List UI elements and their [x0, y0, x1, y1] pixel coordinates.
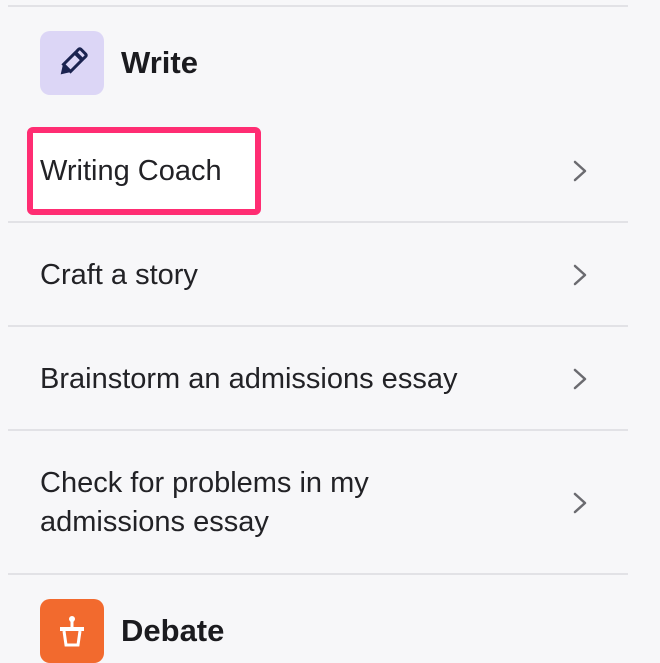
chevron-right-icon: [573, 264, 587, 286]
chevron-right-icon: [573, 368, 587, 390]
divider: [8, 573, 628, 575]
list-item-writing-coach[interactable]: Writing Coach: [0, 120, 628, 220]
list-item-check-essay[interactable]: Check for problems in my admissions essa…: [0, 431, 628, 573]
section-header-write: Write: [40, 31, 198, 95]
chevron-right-icon: [573, 492, 587, 514]
section-title-write: Write: [121, 45, 198, 80]
section-header-debate: Debate: [40, 599, 224, 663]
list-item-label: Craft a story: [40, 259, 198, 291]
list-item-label: Writing Coach: [40, 155, 222, 187]
list-item-label: Check for problems in my admissions essa…: [40, 467, 369, 538]
list-item-craft-a-story[interactable]: Craft a story: [0, 223, 628, 324]
list-item-label: Brainstorm an admissions essay: [40, 363, 458, 395]
podium-icon: [40, 599, 104, 663]
section-title-debate: Debate: [121, 613, 225, 648]
divider-top: [8, 5, 628, 7]
list-item-brainstorm-essay[interactable]: Brainstorm an admissions essay: [0, 327, 628, 429]
chevron-right-icon: [573, 160, 587, 182]
pencil-icon: [40, 31, 104, 95]
